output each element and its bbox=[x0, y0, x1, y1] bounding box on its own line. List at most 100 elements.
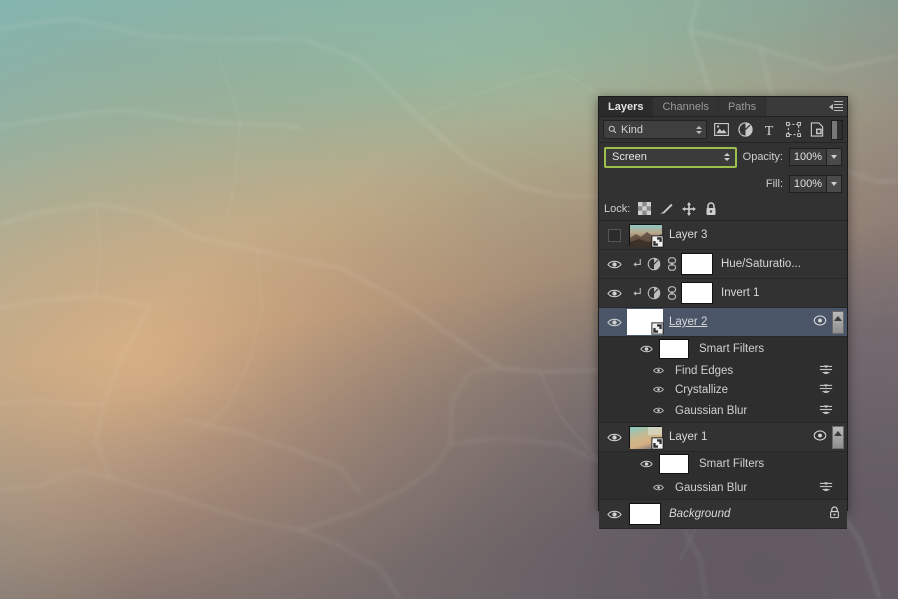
layer-thumbnail[interactable] bbox=[629, 426, 664, 450]
panel-menu-icon[interactable] bbox=[829, 101, 843, 113]
layer-thumbnail[interactable] bbox=[629, 503, 661, 525]
blend-mode-select[interactable]: Screen bbox=[604, 146, 737, 168]
smart-filters-expand-toggle[interactable] bbox=[832, 426, 844, 449]
smart-filters-label: Smart Filters bbox=[699, 458, 765, 470]
filter-blending-options-icon[interactable] bbox=[819, 403, 833, 418]
filter-name[interactable]: Gaussian Blur bbox=[675, 482, 747, 494]
eye-icon bbox=[606, 289, 622, 297]
table-row[interactable]: Invert 1 bbox=[599, 279, 847, 308]
layer-visibility-toggle[interactable] bbox=[599, 317, 629, 328]
smart-filters-indicator-icon[interactable] bbox=[813, 315, 827, 330]
pixel-layer-filter-icon[interactable] bbox=[711, 120, 731, 140]
opacity-field-group[interactable]: 100% bbox=[789, 148, 842, 166]
adjustment-layer-icon[interactable] bbox=[645, 286, 663, 300]
smart-filters-visibility-toggle[interactable] bbox=[633, 459, 659, 469]
smart-filters-visibility-toggle[interactable] bbox=[633, 344, 659, 354]
tab-channels[interactable]: Channels bbox=[653, 97, 719, 116]
filter-blending-options-icon[interactable] bbox=[819, 363, 833, 378]
opacity-stepper[interactable] bbox=[827, 148, 842, 166]
layer-locked-icon bbox=[829, 506, 840, 522]
layer-name[interactable]: Layer 1 bbox=[669, 431, 707, 443]
layer-name[interactable]: Layer 3 bbox=[669, 229, 707, 241]
filter-blending-options-icon[interactable] bbox=[819, 480, 833, 495]
opacity-value[interactable]: 100% bbox=[789, 148, 827, 166]
fill-stepper[interactable] bbox=[827, 175, 842, 193]
layer-thumbnail[interactable] bbox=[629, 224, 664, 248]
lock-all-icon[interactable] bbox=[703, 201, 718, 216]
filter-kind-stepper[interactable] bbox=[696, 125, 702, 134]
smart-object-badge-icon bbox=[651, 235, 664, 248]
filter-enable-toggle[interactable] bbox=[831, 119, 843, 140]
smart-filters-indicator-icon[interactable] bbox=[813, 430, 827, 445]
fill-bar: Fill: 100% bbox=[599, 171, 847, 197]
fill-value[interactable]: 100% bbox=[789, 175, 827, 193]
list-item[interactable]: Gaussian Blur bbox=[599, 399, 847, 423]
blend-mode-stepper[interactable] bbox=[723, 153, 730, 161]
table-row[interactable]: Layer 3 bbox=[599, 221, 847, 250]
blend-opacity-bar: Screen Opacity: 100% bbox=[599, 143, 847, 171]
table-row[interactable]: Hue/Saturatio... bbox=[599, 250, 847, 279]
layer-name[interactable]: Layer 2 bbox=[669, 316, 707, 328]
list-item[interactable]: Crystallize bbox=[599, 380, 847, 399]
table-row[interactable]: Layer 1 bbox=[599, 423, 847, 452]
lock-image-pixels-icon[interactable] bbox=[659, 201, 674, 216]
opacity-label: Opacity: bbox=[742, 151, 783, 163]
filter-visibility-toggle[interactable] bbox=[645, 385, 671, 394]
shape-layer-filter-icon[interactable] bbox=[783, 120, 803, 140]
layer-name[interactable]: Hue/Saturatio... bbox=[721, 258, 801, 270]
layer-visibility-toggle[interactable] bbox=[599, 259, 629, 270]
eye-icon bbox=[606, 260, 622, 268]
filter-visibility-toggle[interactable] bbox=[645, 406, 671, 415]
type-layer-filter-icon[interactable]: T bbox=[759, 120, 779, 140]
layer-mask-thumbnail[interactable] bbox=[681, 253, 713, 275]
filter-name[interactable]: Crystallize bbox=[675, 384, 728, 396]
lock-bar: Lock: bbox=[599, 197, 847, 221]
smart-filters-mask-thumbnail[interactable] bbox=[659, 339, 689, 359]
layer-visibility-toggle[interactable] bbox=[599, 288, 629, 299]
layers-panel[interactable]: Layers Channels Paths Kind T Screen Opac… bbox=[598, 96, 848, 529]
layer-name[interactable]: Invert 1 bbox=[721, 287, 759, 299]
lock-transparent-pixels-icon[interactable] bbox=[637, 201, 652, 216]
smart-object-badge-icon bbox=[651, 322, 664, 335]
layer-visibility-toggle[interactable] bbox=[599, 228, 629, 242]
smart-filters-mask-thumbnail[interactable] bbox=[659, 454, 689, 474]
tab-layers[interactable]: Layers bbox=[599, 97, 654, 116]
panel-tabstrip: Layers Channels Paths bbox=[599, 97, 847, 117]
layer-list[interactable]: Layer 3 Hue/Saturatio... Invert 1 Layer … bbox=[599, 221, 847, 529]
layer-visibility-toggle[interactable] bbox=[599, 509, 629, 520]
eye-icon bbox=[652, 407, 664, 414]
layer-visibility-toggle[interactable] bbox=[599, 432, 629, 443]
layer-thumbnail[interactable] bbox=[627, 309, 664, 335]
eye-icon bbox=[652, 484, 664, 491]
list-item[interactable]: Gaussian Blur bbox=[599, 476, 847, 500]
filter-blending-options-icon[interactable] bbox=[819, 382, 833, 397]
link-mask-icon[interactable] bbox=[663, 257, 681, 271]
adjustment-layer-filter-icon[interactable] bbox=[735, 120, 755, 140]
layer-mask-thumbnail[interactable] bbox=[681, 282, 713, 304]
smart-object-badge-icon bbox=[651, 437, 664, 450]
filter-name[interactable]: Gaussian Blur bbox=[675, 405, 747, 417]
filter-visibility-toggle[interactable] bbox=[645, 483, 671, 492]
lock-position-icon[interactable] bbox=[681, 201, 696, 216]
filter-name[interactable]: Find Edges bbox=[675, 365, 733, 377]
blend-mode-value: Screen bbox=[612, 151, 647, 163]
smart-filters-expand-toggle[interactable] bbox=[832, 311, 844, 334]
layer-name[interactable]: Background bbox=[669, 508, 730, 520]
smart-object-filter-icon[interactable] bbox=[807, 120, 827, 140]
table-row[interactable]: Layer 2 bbox=[599, 308, 847, 337]
filter-visibility-toggle[interactable] bbox=[645, 366, 671, 375]
adjustment-layer-icon[interactable] bbox=[645, 257, 663, 271]
fill-field-group[interactable]: 100% bbox=[789, 175, 842, 193]
table-row[interactable]: Background bbox=[599, 500, 847, 529]
list-item[interactable]: Smart Filters bbox=[599, 452, 847, 476]
eye-icon bbox=[606, 510, 622, 518]
lock-label: Lock: bbox=[604, 202, 631, 215]
tab-paths[interactable]: Paths bbox=[718, 97, 767, 116]
list-item[interactable]: Smart Filters bbox=[599, 337, 847, 361]
eye-icon bbox=[652, 367, 664, 374]
list-item[interactable]: Find Edges bbox=[599, 361, 847, 380]
clipping-mask-icon bbox=[629, 287, 645, 299]
link-mask-icon[interactable] bbox=[663, 286, 681, 300]
filter-kind-value: Kind bbox=[621, 123, 644, 136]
filter-kind-select[interactable]: Kind bbox=[603, 120, 707, 139]
